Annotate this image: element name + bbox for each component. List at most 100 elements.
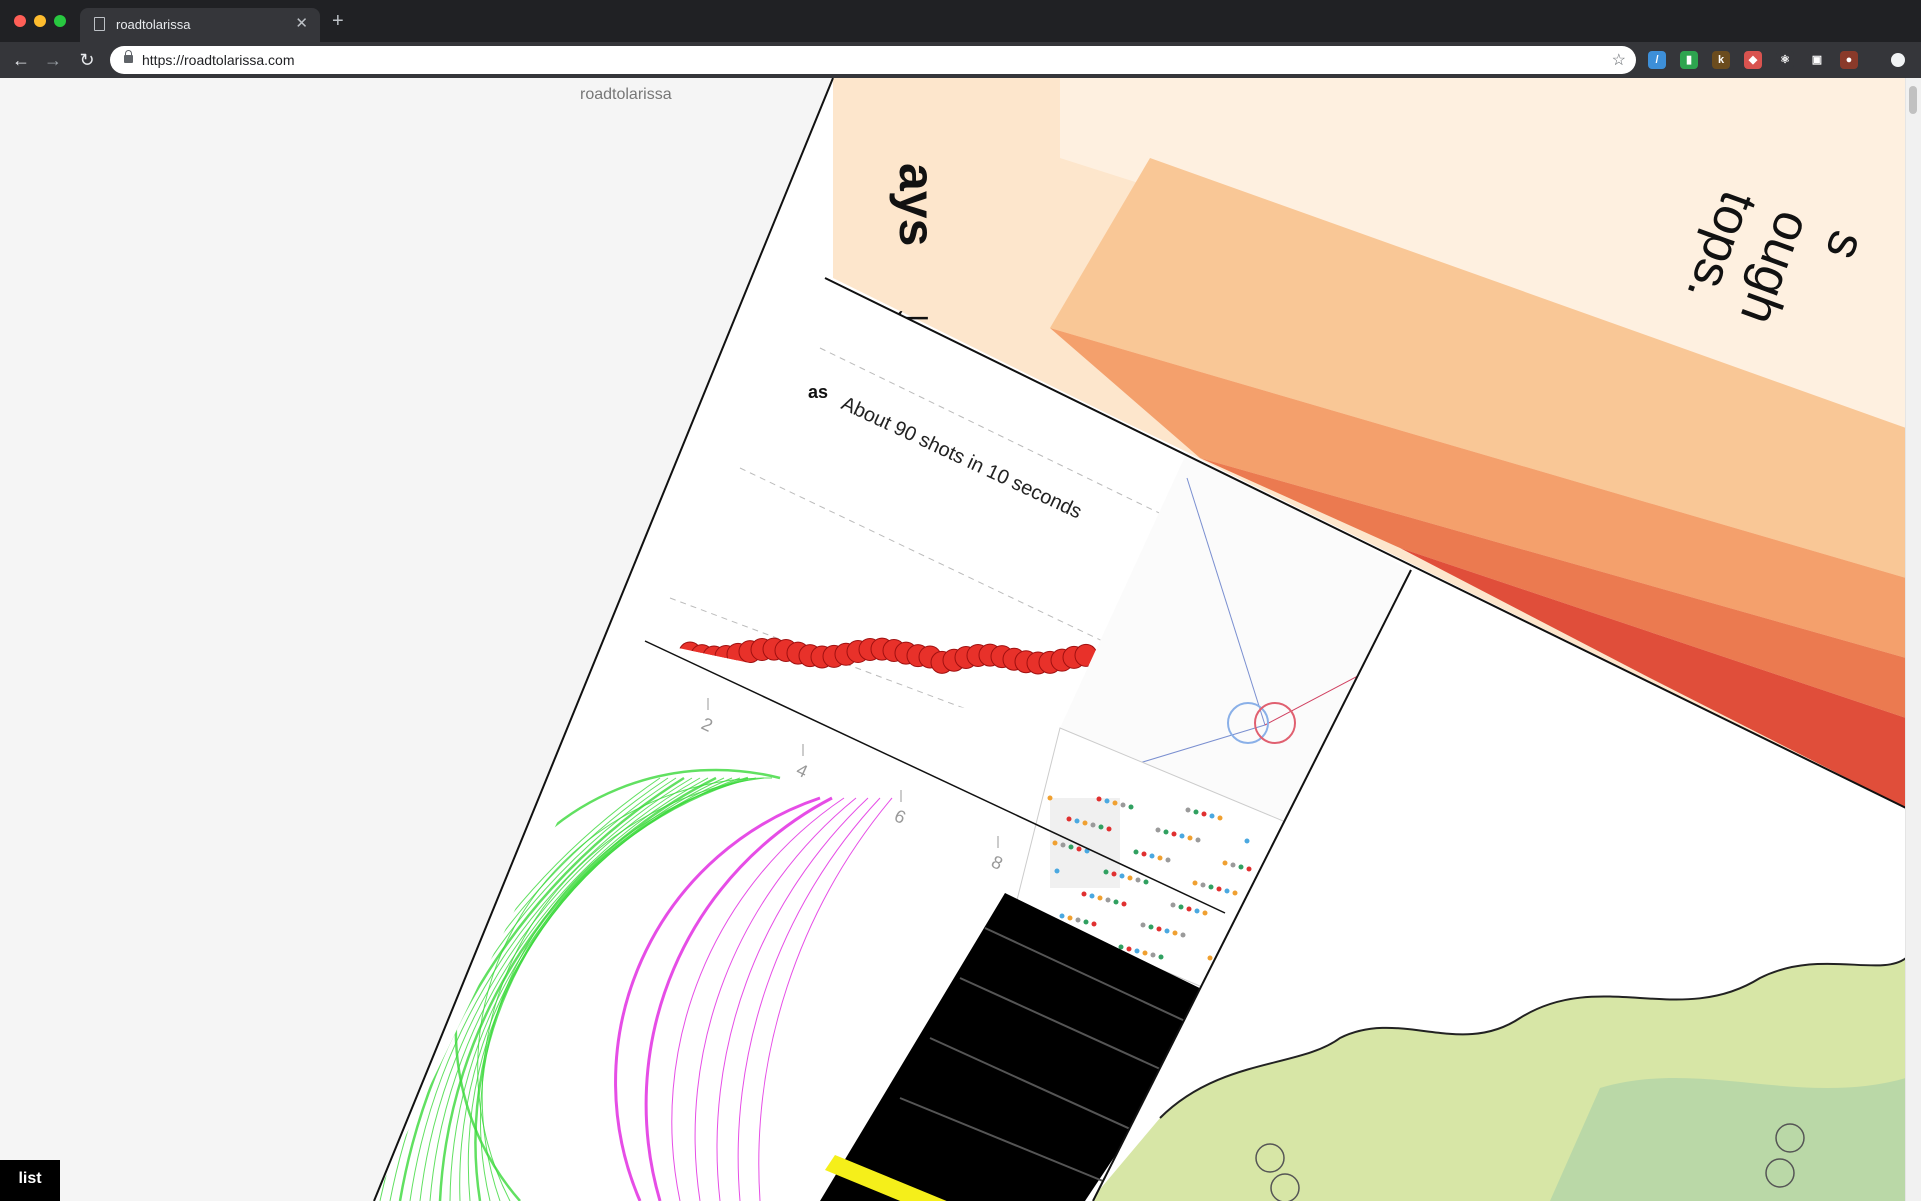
scatter-dot xyxy=(1112,800,1118,806)
bookmark-star-icon[interactable]: ☆ xyxy=(1612,50,1626,70)
scatter-dot xyxy=(1127,875,1133,881)
profile-avatar-icon[interactable]: ● xyxy=(1840,51,1858,69)
scatter-dot xyxy=(1075,917,1081,923)
scatter-dot xyxy=(1158,954,1164,960)
scatter-dot xyxy=(1155,827,1161,833)
scatter-dot xyxy=(1207,955,1213,961)
scatter-dot xyxy=(1119,873,1125,879)
scatter-dot xyxy=(1126,946,1132,952)
browser-tab[interactable]: roadtolarissa ✕ xyxy=(80,8,320,42)
scatter-dot xyxy=(1171,831,1177,837)
scatter-dot xyxy=(1074,818,1080,824)
scatter-dot xyxy=(1170,902,1176,908)
scatter-dot xyxy=(1238,864,1244,870)
scatter-dot xyxy=(1128,804,1134,810)
scatter-dot xyxy=(1195,837,1201,843)
scatter-dot xyxy=(1148,924,1154,930)
scatter-dot xyxy=(1060,842,1066,848)
extension-shield-icon[interactable]: ◆ xyxy=(1744,51,1762,69)
extension-pip-icon[interactable]: ▣ xyxy=(1808,51,1826,69)
scatter-dot xyxy=(1232,890,1238,896)
scatter-dot xyxy=(1105,897,1111,903)
scatter-dot xyxy=(1178,904,1184,910)
scatter-dot xyxy=(1208,884,1214,890)
page-icon xyxy=(94,17,105,31)
scatter-dot xyxy=(1222,860,1228,866)
scatter-dot xyxy=(1120,802,1126,808)
scatter-dot xyxy=(1076,846,1082,852)
partial-title-text: as xyxy=(808,382,828,402)
tab-close-icon[interactable]: ✕ xyxy=(295,14,308,32)
scatter-dot xyxy=(1246,866,1252,872)
extension-react-icon[interactable]: ⚛ xyxy=(1776,51,1794,69)
scatter-dot xyxy=(1156,926,1162,932)
scroll-thumb[interactable] xyxy=(1909,86,1917,114)
back-icon[interactable]: ← xyxy=(8,47,34,73)
page-viewport: ays ← tops. ough s as About 90 shots in … xyxy=(0,78,1921,1201)
scatter-dot xyxy=(1217,815,1223,821)
scatter-dot xyxy=(1133,849,1139,855)
address-bar[interactable]: https://roadtolarissa.com ☆ xyxy=(110,46,1636,74)
scatter-dot xyxy=(1134,948,1140,954)
scatter-dot xyxy=(1201,811,1207,817)
browser-menu-icon[interactable] xyxy=(1891,53,1905,67)
scatter-dot xyxy=(1083,919,1089,925)
visualization-collage: ays ← tops. ough s as About 90 shots in … xyxy=(373,78,1906,1201)
scatter-dot xyxy=(1104,798,1110,804)
scatter-dot xyxy=(1047,795,1053,801)
scatter-dot xyxy=(1054,868,1060,874)
scatter-dot xyxy=(1194,908,1200,914)
scatter-dot xyxy=(1216,886,1222,892)
scatter-dot xyxy=(1192,880,1198,886)
scatter-dot xyxy=(1180,932,1186,938)
extension-green-icon[interactable]: ▮ xyxy=(1680,51,1698,69)
scatter-dot xyxy=(1096,796,1102,802)
scatter-dot xyxy=(1185,807,1191,813)
scatter-dot xyxy=(1172,930,1178,936)
url-text: https://roadtolarissa.com xyxy=(142,52,295,68)
scatter-dot xyxy=(1052,840,1058,846)
scatter-dot xyxy=(1113,899,1119,905)
close-window-button[interactable] xyxy=(14,15,26,27)
reload-icon[interactable]: ↻ xyxy=(74,47,100,73)
maximize-window-button[interactable] xyxy=(54,15,66,27)
scatter-dot xyxy=(1090,822,1096,828)
scatter-dot xyxy=(1200,882,1206,888)
scatter-dot xyxy=(1230,862,1236,868)
forward-icon[interactable]: → xyxy=(40,47,66,73)
new-tab-icon[interactable]: + xyxy=(332,10,344,33)
extension-k-icon[interactable]: k xyxy=(1712,51,1730,69)
scatter-dot xyxy=(1143,879,1149,885)
scatter-dot xyxy=(1141,851,1147,857)
scatter-dot xyxy=(1081,891,1087,897)
scatter-dot xyxy=(1091,921,1097,927)
scatter-dot xyxy=(1157,855,1163,861)
minimize-window-button[interactable] xyxy=(34,15,46,27)
scatter-dot xyxy=(1186,906,1192,912)
scatter-dot xyxy=(1098,824,1104,830)
orange-text-rotated: ays xyxy=(889,163,945,246)
scatter-dot xyxy=(1150,952,1156,958)
tab-title: roadtolarissa xyxy=(116,17,191,32)
scatter-dot xyxy=(1067,915,1073,921)
scatter-dot xyxy=(1165,857,1171,863)
scatter-dot xyxy=(1121,901,1127,907)
scatter-dot xyxy=(1082,820,1088,826)
scatter-dot xyxy=(1202,910,1208,916)
browser-titlebar: roadtolarissa ✕ + xyxy=(0,0,1921,42)
scatter-dot xyxy=(1097,895,1103,901)
scatter-dot xyxy=(1164,928,1170,934)
page-scrollbar[interactable] xyxy=(1905,78,1921,1201)
extension-blue-icon[interactable]: / xyxy=(1648,51,1666,69)
scatter-dot xyxy=(1163,829,1169,835)
scatter-dot xyxy=(1059,913,1065,919)
arrow-word-text: ays xyxy=(889,163,945,246)
site-name[interactable]: roadtolarissa xyxy=(580,86,672,104)
scatter-dot xyxy=(1187,835,1193,841)
scatter-dot xyxy=(1142,950,1148,956)
scatter-dot xyxy=(1244,838,1250,844)
scatter-dot xyxy=(1140,922,1146,928)
scatter-dot xyxy=(1106,826,1112,832)
list-button[interactable]: list xyxy=(0,1160,60,1201)
scatter-dot xyxy=(1224,888,1230,894)
